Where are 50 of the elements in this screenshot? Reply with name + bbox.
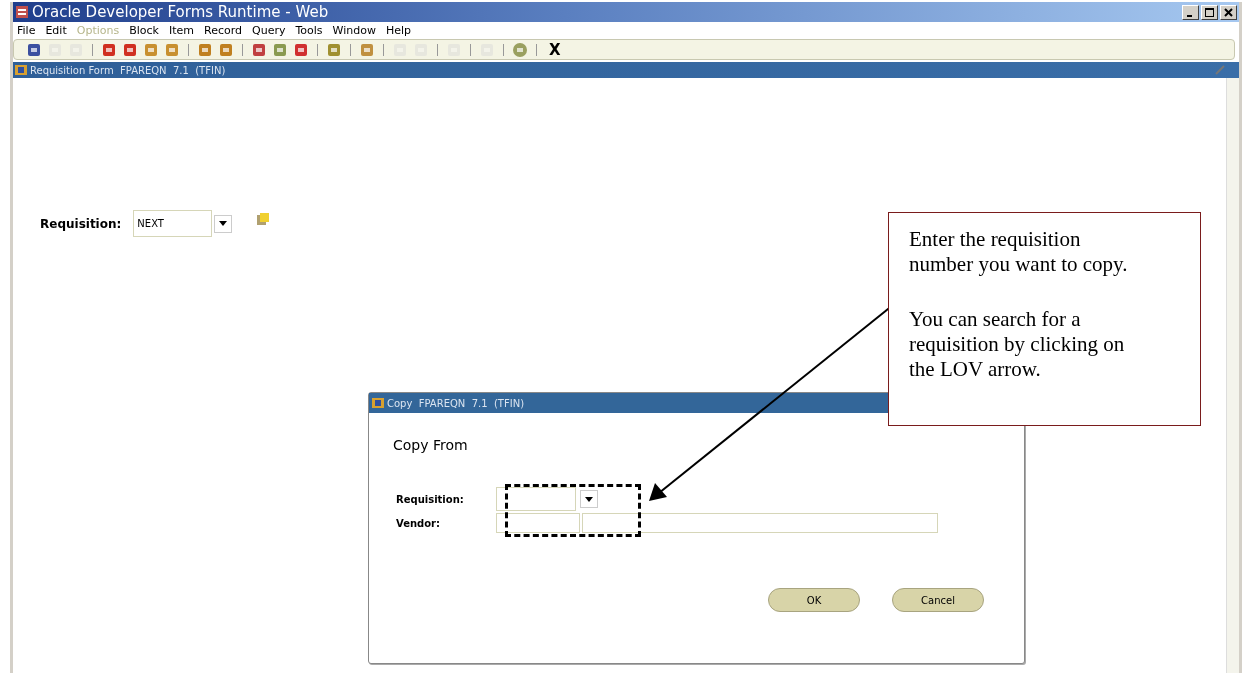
toolbar-icon[interactable] [122,41,138,58]
toolbar-icon[interactable] [101,41,117,58]
scrollbar[interactable] [1226,78,1239,673]
dialog-heading: Copy From [393,437,469,453]
exit-button[interactable]: X [545,40,565,59]
maximize-icon [1205,7,1214,17]
requisition-field[interactable] [496,487,576,511]
window-title: Oracle Developer Forms Runtime - Web [32,3,329,21]
form-title: Requisition Form FPAREQN 7.1 (TFIN) [30,64,226,76]
toolbar-icon[interactable] [26,41,42,58]
callout-text: Enter the requisition number you want to copy. [909,227,1129,277]
toolbar-icon[interactable] [251,41,267,58]
vendor-label: Vendor: [396,517,442,529]
requisition-label: Requisition: [396,493,465,505]
callout-text: You can search for a requisition by clicking on the LOV arrow. [909,307,1126,382]
toolbar-icon[interactable] [326,41,342,58]
menu-item[interactable]: Tools [295,24,323,37]
next-block-icon[interactable] [256,211,271,226]
menu-item[interactable]: Edit [45,24,67,37]
maximize-button[interactable] [1201,4,1218,20]
lov-button[interactable] [214,214,233,233]
toolbar-icon[interactable] [272,41,288,58]
form-icon [372,397,385,409]
menu-item[interactable]: File [17,24,36,37]
toolbar-icon[interactable] [218,41,234,58]
toolbar-icon[interactable] [293,41,309,58]
vendor-name-field[interactable] [582,513,938,533]
dialog-title: Copy FPAREQN 7.1 (TFIN) [387,397,525,409]
caret-icon [219,221,228,226]
menu-item[interactable]: Help [385,24,411,37]
toolbar-icon[interactable] [197,41,213,58]
ok-button[interactable]: OK [768,588,860,612]
caret-icon [585,496,593,502]
menu-item[interactable]: Record [204,24,242,37]
help-icon[interactable] [512,41,528,58]
form-icon [15,64,28,76]
close-button[interactable] [1220,4,1237,20]
lov-button[interactable] [580,490,598,508]
menu-item[interactable]: Window [332,24,376,37]
minimize-button[interactable] [1182,4,1199,20]
menu-item[interactable]: Block [129,24,159,37]
close-icon [1224,7,1233,17]
cancel-button[interactable]: Cancel [892,588,984,612]
menu-item[interactable]: Query [252,24,286,37]
requisition-label: Requisition: [40,216,122,231]
minimize-icon [1186,14,1192,17]
menu-item[interactable]: Item [168,24,194,37]
requisition-field[interactable]: NEXT [133,210,213,237]
app-icon [15,5,29,19]
vendor-id-field[interactable] [496,513,580,533]
